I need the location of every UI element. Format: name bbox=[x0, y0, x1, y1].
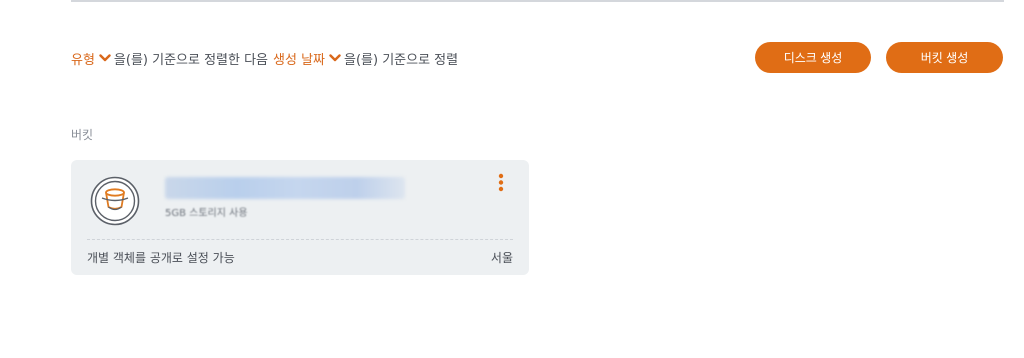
bucket-card[interactable]: 5GB 스토리지 사용 개별 객체를 공개로 설정 가능 서울 bbox=[71, 160, 529, 275]
bucket-name[interactable] bbox=[165, 177, 405, 199]
create-disk-button[interactable]: 디스크 생성 bbox=[755, 42, 871, 73]
sort-controls: 유형 을(를) 기준으로 정렬한 다음 생성 날짜 을(를) 기준으로 정렬 bbox=[71, 48, 458, 68]
bucket-icon bbox=[90, 176, 140, 226]
chevron-down-icon bbox=[329, 54, 341, 62]
sort-connector-1: 을(를) 기준으로 정렬한 다음 bbox=[113, 52, 269, 68]
sort-field-type-label: 유형 bbox=[71, 52, 95, 68]
sort-field-created-label: 생성 날짜 bbox=[273, 52, 326, 68]
create-bucket-button[interactable]: 버킷 생성 bbox=[886, 42, 1003, 73]
card-divider bbox=[87, 239, 513, 240]
chevron-down-icon bbox=[99, 54, 111, 62]
section-title-buckets: 버킷 bbox=[71, 128, 94, 142]
sort-connector-2: 을(를) 기준으로 정렬 bbox=[344, 52, 459, 68]
bucket-access-status: 개별 객체를 공개로 설정 가능 bbox=[87, 251, 235, 265]
bucket-region: 서울 bbox=[490, 251, 513, 265]
top-divider bbox=[71, 0, 1004, 2]
bucket-storage-usage: 5GB 스토리지 사용 bbox=[165, 208, 248, 219]
more-vertical-icon[interactable] bbox=[495, 173, 507, 193]
sort-field-created[interactable]: 생성 날짜 bbox=[273, 49, 344, 68]
sort-field-type[interactable]: 유형 bbox=[71, 49, 114, 68]
